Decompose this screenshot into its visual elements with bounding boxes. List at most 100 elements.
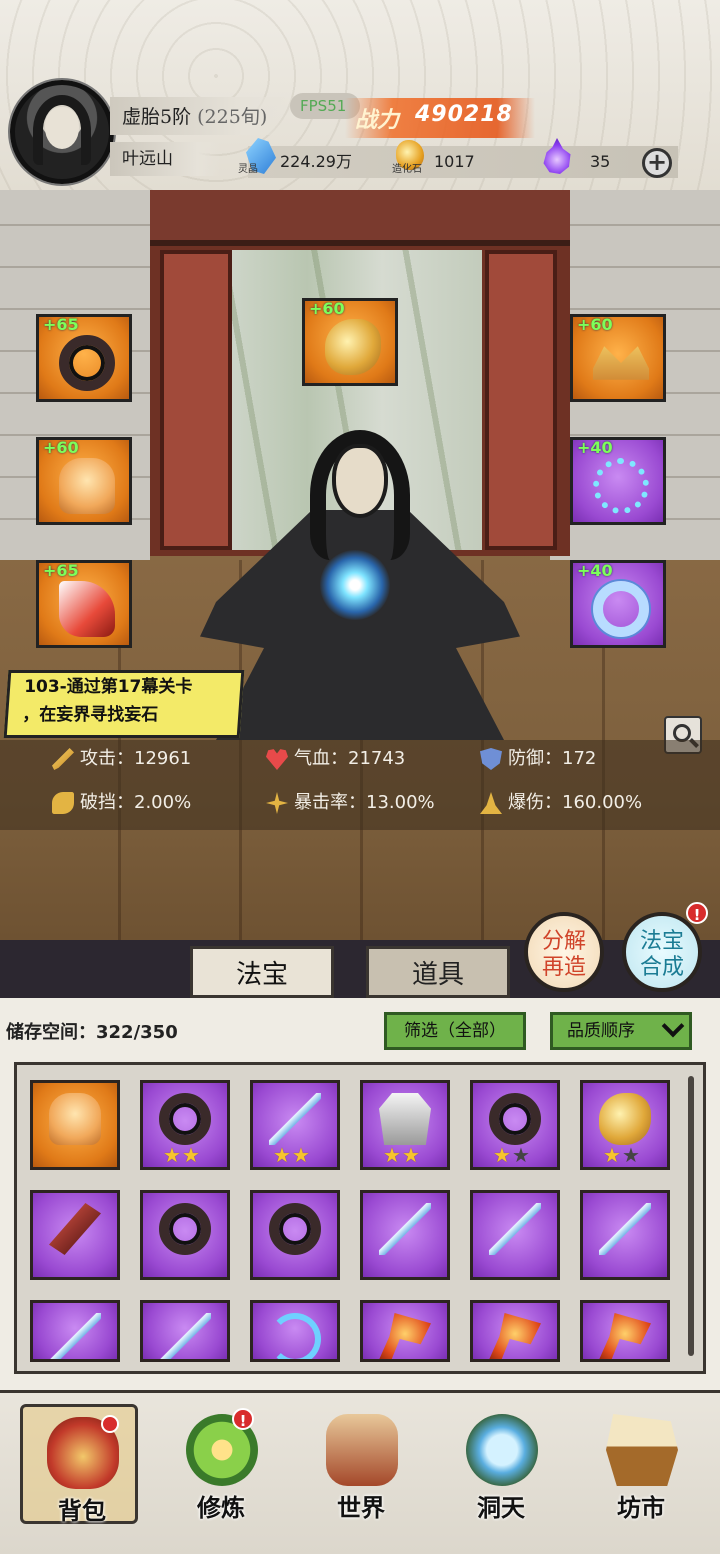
- equip-slot-center[interactable]: +60: [302, 298, 398, 386]
- chakram-icon: [159, 1093, 211, 1145]
- shield-icon: [480, 748, 502, 770]
- inventory-item[interactable]: [30, 1300, 120, 1362]
- nav-label: 修炼: [197, 1493, 245, 1522]
- inventory-item[interactable]: [30, 1190, 120, 1280]
- bow-icon: [269, 1313, 321, 1359]
- axe-icon: [379, 1313, 431, 1359]
- resource-creation-stone[interactable]: 造化石 1017: [392, 140, 496, 178]
- nav-market[interactable]: 坊市: [582, 1404, 700, 1524]
- break-icon: [52, 792, 74, 814]
- quest-tracker[interactable]: 103-通过第17幕关卡 ，在妄界寻找妄石: [3, 670, 245, 738]
- nav-cave-heaven[interactable]: 洞天: [442, 1404, 560, 1524]
- tab-artifact[interactable]: 法宝: [190, 946, 334, 998]
- inventory-item[interactable]: ★★: [250, 1080, 340, 1170]
- inventory-scrollbar[interactable]: [688, 1076, 694, 1356]
- player-avatar[interactable]: [10, 80, 114, 184]
- portal-icon: [466, 1414, 538, 1486]
- nav-label: 坊市: [617, 1493, 665, 1522]
- add-resource-button[interactable]: +: [642, 148, 672, 178]
- equip-slot-right-3[interactable]: +40: [570, 560, 666, 648]
- burst-icon: [480, 792, 502, 814]
- chakram-icon: [269, 1203, 321, 1255]
- boots-icon: [59, 581, 115, 637]
- axe-icon: [599, 1313, 651, 1359]
- stat-defense: 防御：172: [480, 744, 596, 774]
- sword-icon: [269, 1093, 321, 1145]
- star-rating: ★★: [163, 1145, 201, 1165]
- notification-dot: [101, 1415, 119, 1433]
- inventory-item[interactable]: ★★: [140, 1080, 230, 1170]
- equip-slot-left-3[interactable]: +65: [36, 560, 132, 648]
- star-filled-icon: ★: [163, 1143, 182, 1167]
- nav-cultivate[interactable]: 修炼 !: [162, 1404, 280, 1524]
- dragon-pendant-icon: [599, 1093, 651, 1145]
- inventory-item[interactable]: ★★: [360, 1080, 450, 1170]
- inventory-item[interactable]: [580, 1300, 670, 1362]
- nav-bag[interactable]: 背包: [20, 1404, 138, 1525]
- resource-value: 224.29万: [280, 152, 352, 171]
- inventory-item[interactable]: [140, 1190, 230, 1280]
- stat-crit-damage: 爆伤：160.00%: [480, 788, 642, 818]
- inventory-item[interactable]: [360, 1190, 450, 1280]
- bracelet-icon: [593, 581, 649, 637]
- equip-slot-left-1[interactable]: +65: [36, 314, 132, 402]
- inventory-item[interactable]: ★★: [470, 1080, 560, 1170]
- resource-value: 35: [590, 152, 611, 171]
- synthesize-button[interactable]: 法宝 合成: [622, 912, 702, 992]
- sort-dropdown[interactable]: 品质顺序: [550, 1012, 692, 1050]
- resource-spirit-crystal[interactable]: 灵晶 224.29万: [238, 138, 366, 178]
- stat-attack: 攻击：12961: [52, 744, 191, 774]
- player-realm: 虚胎5阶 (225旬): [122, 102, 267, 129]
- necklace-icon: [593, 458, 649, 514]
- star-filled-icon: ★: [291, 1143, 311, 1167]
- equip-level: +40: [577, 438, 613, 457]
- inventory-item[interactable]: [250, 1300, 340, 1362]
- combat-power-label: 战力: [355, 108, 400, 133]
- nav-label: 世界: [337, 1493, 385, 1522]
- dagger-icon: [49, 1203, 101, 1255]
- alert-badge: !: [232, 1408, 254, 1430]
- inventory-item[interactable]: ★★: [580, 1080, 670, 1170]
- inventory-item[interactable]: [580, 1190, 670, 1280]
- star-rating: ★★: [383, 1145, 421, 1165]
- resource-purple-flame[interactable]: 35: [542, 138, 632, 178]
- resource-value: 1017: [434, 152, 475, 171]
- equip-slot-right-2[interactable]: +40: [570, 437, 666, 525]
- stat-crit-damage-text: 爆伤：160.00%: [508, 792, 643, 813]
- inventory-item[interactable]: [470, 1190, 560, 1280]
- inventory-item[interactable]: [470, 1300, 560, 1362]
- combat-power-value: 490218: [415, 102, 513, 127]
- equip-slot-right-1[interactable]: +60: [570, 314, 666, 402]
- star-filled-icon: ★: [493, 1143, 512, 1167]
- robe-icon: [379, 1093, 431, 1145]
- star-empty-icon: ★: [511, 1143, 531, 1167]
- avatar-face: [45, 107, 79, 149]
- equip-slot-left-2[interactable]: +60: [36, 437, 132, 525]
- armor-icon: [59, 458, 115, 514]
- storage-capacity: 储存空间：322/350: [6, 1022, 178, 1043]
- inventory-item[interactable]: [250, 1190, 340, 1280]
- inventory-item[interactable]: [360, 1300, 450, 1362]
- scroll-icon: [326, 1414, 398, 1486]
- stat-defense-text: 防御：172: [508, 748, 597, 769]
- sword-icon: [599, 1203, 651, 1255]
- quest-line-1: 103-通过第17幕关卡: [24, 677, 193, 697]
- inventory-item[interactable]: [30, 1080, 120, 1170]
- filter-button[interactable]: 筛选（全部）: [384, 1012, 526, 1050]
- armor-icon: [49, 1093, 101, 1145]
- decompose-button[interactable]: 分解 再造: [524, 912, 604, 992]
- equip-level: +60: [43, 438, 79, 457]
- chevron-down-icon: [661, 1014, 685, 1038]
- tab-items[interactable]: 道具: [366, 946, 510, 998]
- equip-level: +60: [577, 315, 613, 334]
- stat-break-text: 破挡：2.00%: [80, 792, 192, 813]
- nav-label: 背包: [58, 1496, 106, 1525]
- sword-icon: [159, 1313, 211, 1359]
- quest-line-2: ，在妄界寻找妄石: [22, 705, 159, 725]
- stat-break: 破挡：2.00%: [52, 788, 191, 818]
- shop-icon: [606, 1414, 678, 1486]
- realm-text: 虚胎5阶: [122, 106, 192, 128]
- resource-sub-label: 造化石: [392, 164, 422, 175]
- nav-world[interactable]: 世界: [302, 1404, 420, 1524]
- inventory-item[interactable]: [140, 1300, 230, 1362]
